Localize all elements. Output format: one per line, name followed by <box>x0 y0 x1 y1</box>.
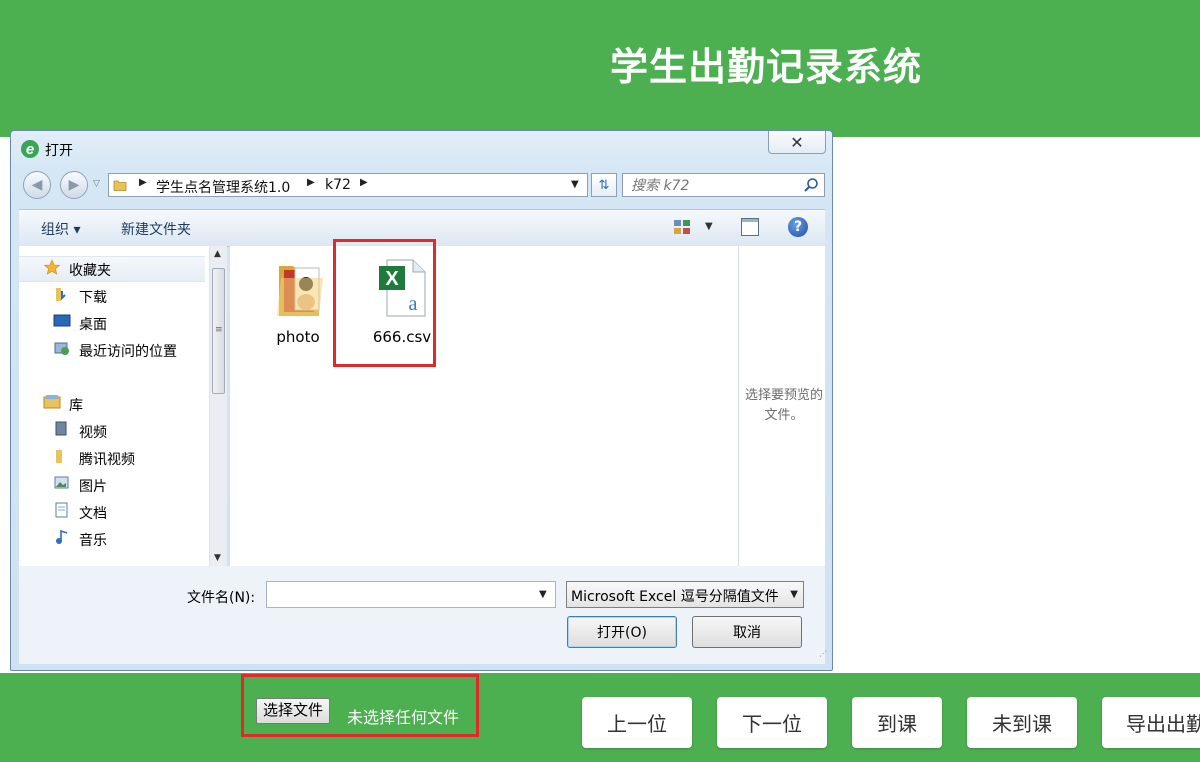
navigation-pane: 收藏夹 下载 桌面 最近访问的位置 库 视频 腾讯视频 图片 文档 音乐 <box>19 246 209 566</box>
search-input[interactable] <box>629 176 793 196</box>
choose-file-button[interactable]: 选择文件 <box>256 698 331 724</box>
music-icon <box>56 529 68 544</box>
documents-icon <box>55 502 68 518</box>
folder-icon <box>56 450 62 463</box>
scroll-down-icon[interactable]: ▼ <box>214 553 221 563</box>
annotation-highlight <box>333 239 436 367</box>
nav-item-desktop[interactable]: 桌面 <box>79 314 107 334</box>
organize-menu[interactable]: 组织 ▾ <box>41 219 80 239</box>
file-item-photo[interactable]: photo <box>253 256 343 351</box>
app-title: 学生出勤记录系统 <box>610 45 923 89</box>
grip-icon: ≡ <box>215 325 223 335</box>
preview-pane-icon[interactable] <box>741 218 759 236</box>
close-icon: ✕ <box>790 132 804 152</box>
forward-button[interactable]: ▶ <box>60 171 88 199</box>
header-bar: 学生出勤记录系统 <box>0 0 1200 137</box>
nav-item-downloads[interactable]: 下载 <box>79 287 107 307</box>
search-box[interactable] <box>622 173 825 197</box>
address-dropdown-icon[interactable]: ▼ <box>571 179 579 190</box>
prev-button[interactable]: 上一位 <box>582 697 692 748</box>
video-icon <box>55 421 67 436</box>
scroll-up-icon[interactable]: ▲ <box>214 249 221 259</box>
nav-item-tencent-video[interactable]: 腾讯视频 <box>79 449 135 469</box>
absent-button[interactable]: 未到课 <box>967 697 1077 748</box>
desktop-icon <box>53 314 71 327</box>
open-file-dialog: e 打开 ✕ ◀ ▶ ▽ ▶ 学生点名管理系统1.0 ▶ k72 ▶ ▼ ⇅ 组… <box>10 130 833 671</box>
nav-item-videos[interactable]: 视频 <box>79 422 107 442</box>
nav-libraries[interactable]: 库 <box>69 395 83 415</box>
close-button[interactable]: ✕ <box>768 131 826 154</box>
dialog-bottom-panel: 文件名(N): ▼ Microsoft Excel 逗号分隔值文件 ▼ 打开(O… <box>19 566 827 664</box>
next-button[interactable]: 下一位 <box>717 697 827 748</box>
open-button[interactable]: 打开(O) <box>567 616 677 648</box>
file-input[interactable]: 选择文件 未选择任何文件 <box>241 674 479 737</box>
preview-pane: 选择要预览的文件。 <box>738 246 825 566</box>
nav-item-pictures[interactable]: 图片 <box>79 476 107 496</box>
pictures-icon <box>54 476 69 489</box>
history-dropdown-icon[interactable]: ▽ <box>93 179 100 189</box>
nav-item-documents[interactable]: 文档 <box>79 503 107 523</box>
present-button[interactable]: 到课 <box>852 697 942 748</box>
svg-text:e: e <box>26 141 34 158</box>
library-icon <box>43 395 61 409</box>
address-bar[interactable]: ▶ 学生点名管理系统1.0 ▶ k72 ▶ ▼ <box>108 173 588 197</box>
back-button[interactable]: ◀ <box>23 171 51 199</box>
chevron-right-icon[interactable]: ▶ <box>139 177 147 188</box>
resize-grip-icon[interactable]: ⋰ <box>819 649 829 659</box>
export-button[interactable]: 导出出勤 <box>1102 697 1200 748</box>
breadcrumb-segment[interactable]: 学生点名管理系统1.0 <box>156 177 290 197</box>
breadcrumb-segment[interactable]: k72 <box>325 177 351 193</box>
file-type-select[interactable]: Microsoft Excel 逗号分隔值文件 ▼ <box>566 581 804 608</box>
arrow-left-icon: ◀ <box>31 177 43 193</box>
folder-icon <box>113 180 127 191</box>
star-icon <box>43 259 61 275</box>
filename-dropdown-icon[interactable]: ▼ <box>539 589 547 600</box>
folder-icon <box>277 266 323 316</box>
filename-label: 文件名(N): <box>187 590 256 606</box>
download-folder-icon <box>56 288 66 301</box>
chevron-down-icon: ▼ <box>790 589 798 600</box>
nav-scrollbar[interactable]: ▲ ≡ ▼ <box>209 246 227 566</box>
browser-e-icon: e <box>21 140 39 158</box>
search-icon[interactable] <box>803 177 819 193</box>
refresh-icon: ⇅ <box>598 177 610 193</box>
nav-item-music[interactable]: 音乐 <box>79 530 107 550</box>
view-options-icon[interactable] <box>673 219 691 235</box>
dialog-title: 打开 <box>45 143 73 159</box>
nav-favorites[interactable]: 收藏夹 <box>69 260 111 280</box>
view-dropdown-icon[interactable]: ▼ <box>705 221 713 232</box>
file-name: photo <box>276 328 320 346</box>
cancel-button[interactable]: 取消 <box>692 616 802 648</box>
new-folder-button[interactable]: 新建文件夹 <box>121 219 191 239</box>
filename-field[interactable] <box>266 581 556 608</box>
help-icon[interactable]: ? <box>788 217 808 237</box>
scroll-thumb[interactable]: ≡ <box>212 268 225 394</box>
recent-places-icon <box>54 342 69 355</box>
file-status-text: 未选择任何文件 <box>347 708 460 727</box>
arrow-right-icon: ▶ <box>68 177 80 193</box>
preview-hint: 选择要预览的文件。 <box>745 388 824 423</box>
chevron-right-icon[interactable]: ▶ <box>307 177 315 188</box>
nav-item-recent[interactable]: 最近访问的位置 <box>79 341 177 361</box>
file-list-pane: photo X a 666.csv <box>230 246 738 566</box>
refresh-button[interactable]: ⇅ <box>591 173 617 197</box>
file-type-value: Microsoft Excel 逗号分隔值文件 <box>571 589 779 605</box>
chevron-right-icon[interactable]: ▶ <box>360 177 368 188</box>
